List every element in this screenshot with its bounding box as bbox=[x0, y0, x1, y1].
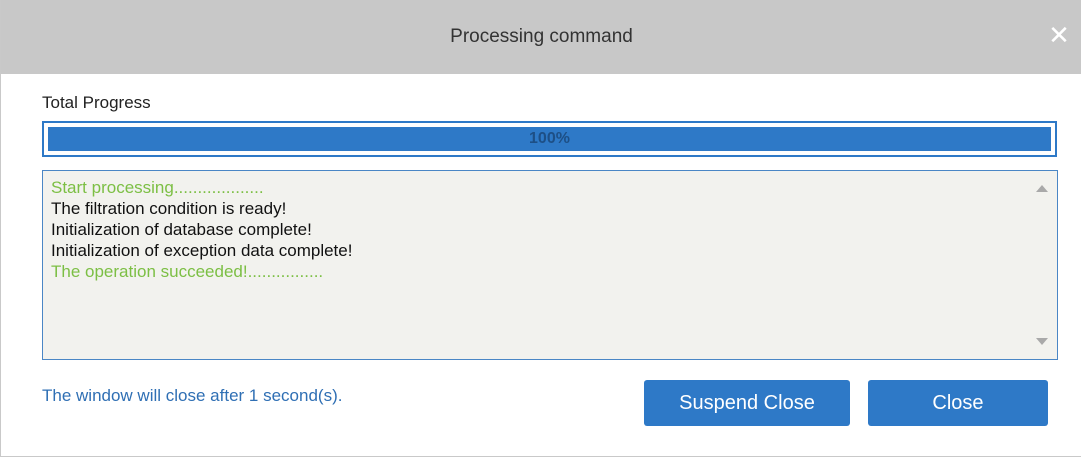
log-line: The filtration condition is ready! bbox=[51, 199, 287, 218]
log-line: Initialization of exception data complet… bbox=[51, 241, 353, 260]
total-progress-bar: 100% bbox=[42, 121, 1057, 157]
log-line: The operation succeeded!................ bbox=[51, 262, 324, 281]
log-line: Start processing................... bbox=[51, 178, 264, 197]
progress-label: Total Progress bbox=[42, 93, 151, 112]
log-output-box[interactable]: Start processing................... The … bbox=[42, 170, 1058, 360]
log-lines: Start processing................... The … bbox=[51, 177, 1027, 282]
processing-dialog: Processing command ✕ Total Progress 100%… bbox=[0, 0, 1081, 457]
auto-close-status: The window will close after 1 second(s). bbox=[42, 386, 343, 405]
title-bar: Processing command ✕ bbox=[1, 0, 1081, 74]
dialog-title: Processing command bbox=[450, 26, 633, 47]
progress-percent: 100% bbox=[529, 130, 570, 147]
close-icon[interactable]: ✕ bbox=[1046, 22, 1072, 48]
scroll-down-arrow-icon[interactable] bbox=[1036, 338, 1048, 345]
scroll-up-arrow-icon[interactable] bbox=[1036, 185, 1048, 192]
log-scrollbar[interactable] bbox=[1029, 171, 1057, 359]
suspend-close-button[interactable]: Suspend Close bbox=[644, 380, 850, 426]
close-button[interactable]: Close bbox=[868, 380, 1048, 426]
log-line: Initialization of database complete! bbox=[51, 220, 312, 239]
